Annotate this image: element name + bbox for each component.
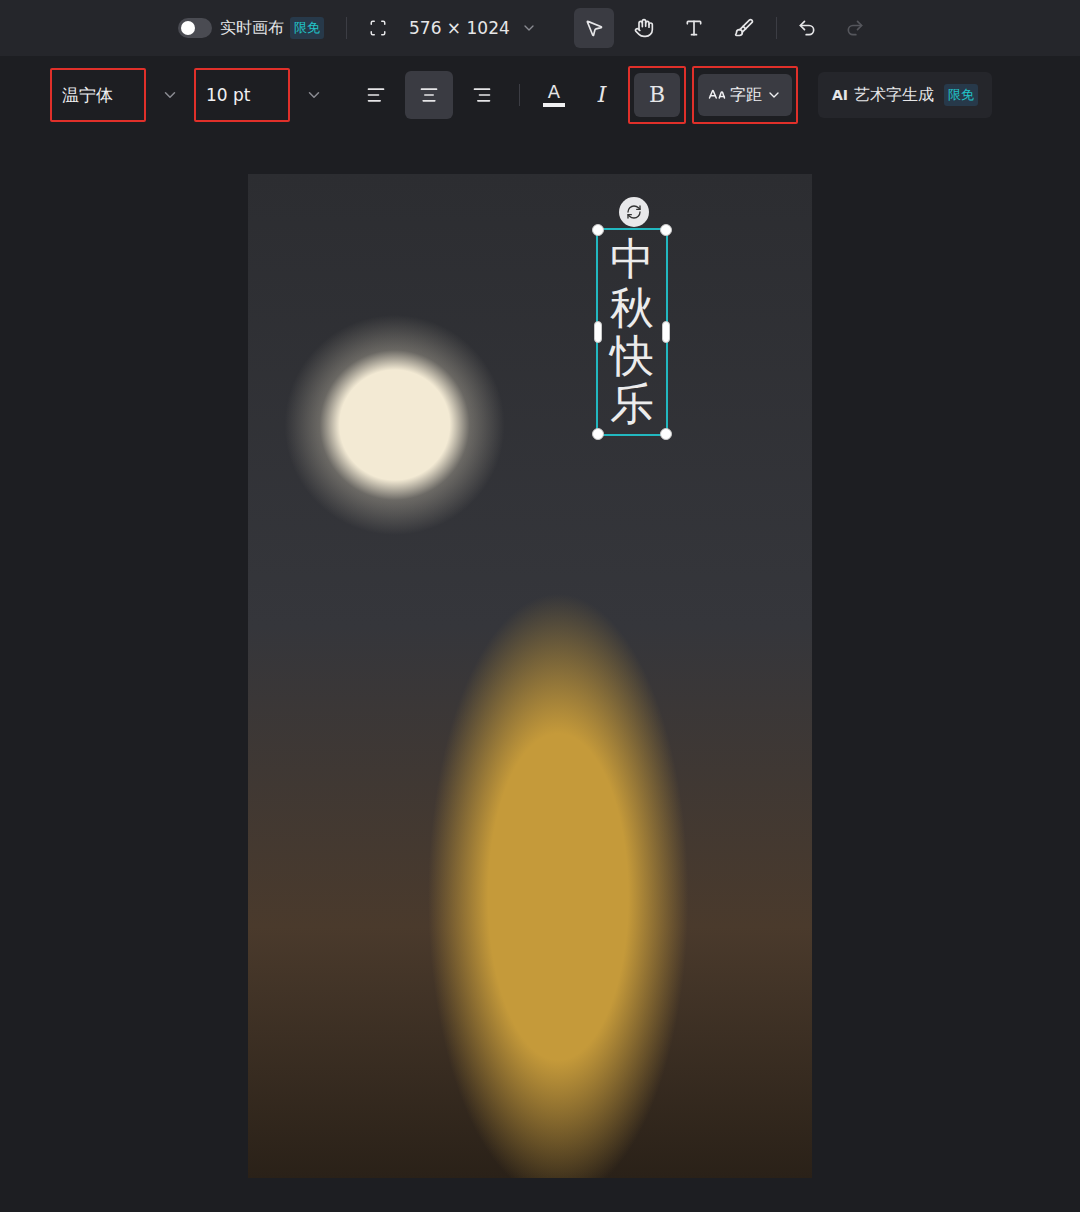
hand-tool[interactable] xyxy=(624,8,664,48)
select-tool[interactable] xyxy=(574,8,614,48)
text-layer[interactable]: 中秋快乐 xyxy=(596,228,668,436)
free-badge: 限免 xyxy=(290,17,324,39)
ai-label: 艺术字生成 xyxy=(854,85,934,106)
separator xyxy=(776,17,777,39)
bold-highlight: B xyxy=(628,66,686,124)
spacing-dropdown[interactable]: 字距 xyxy=(698,74,792,116)
redo-icon xyxy=(845,18,865,38)
resize-icon[interactable] xyxy=(369,19,387,37)
text-tool[interactable] xyxy=(674,8,714,48)
canvas-area: 中秋快乐 xyxy=(0,122,1080,1212)
text-toolbar: 温宁体10 ptAIB字距AI艺术字生成限免 xyxy=(50,68,1080,122)
live-canvas-toggle[interactable] xyxy=(178,18,212,38)
free-badge: 限免 xyxy=(944,84,978,106)
top-toolbar: 实时画布限免 576 × 1024 xyxy=(0,0,1080,56)
spacing-label: 字距 xyxy=(730,85,762,106)
undo-button[interactable] xyxy=(787,8,827,48)
italic-glyph: I xyxy=(598,84,607,106)
spacing-highlight: 字距 xyxy=(692,66,798,124)
font-dropdown[interactable] xyxy=(146,86,194,104)
italic-button[interactable]: I xyxy=(582,75,622,115)
rotate-icon xyxy=(626,204,642,220)
resize-handle[interactable] xyxy=(662,321,670,343)
align-center-icon xyxy=(419,85,439,105)
font-size-field[interactable]: 10 pt xyxy=(194,68,290,122)
separator xyxy=(346,17,347,39)
align-left-button[interactable] xyxy=(352,71,400,119)
redo-button[interactable] xyxy=(835,8,875,48)
size-dropdown[interactable] xyxy=(514,8,544,48)
resize-handle[interactable] xyxy=(660,224,672,236)
align-left-icon xyxy=(366,85,386,105)
align-right-icon xyxy=(472,85,492,105)
letter-spacing-icon xyxy=(708,86,726,104)
chevron-down-icon xyxy=(766,87,782,103)
resize-handle[interactable] xyxy=(660,428,672,440)
size-dropdown[interactable] xyxy=(290,86,338,104)
canvas-size[interactable]: 576 × 1024 xyxy=(409,18,510,38)
text-icon xyxy=(684,18,704,38)
select-icon xyxy=(584,18,604,38)
brush-icon xyxy=(734,18,754,38)
bold-button[interactable]: B xyxy=(634,73,680,117)
bold-glyph: B xyxy=(649,84,665,106)
editor: 实时画布限免576 × 1024温宁体10 ptAIB字距AI艺术字生成限免中秋… xyxy=(0,0,1080,1212)
resize-handle[interactable] xyxy=(592,224,604,236)
separator xyxy=(519,84,520,106)
hand-icon xyxy=(634,18,654,38)
ai-prefix: AI xyxy=(832,87,848,103)
align-center-button[interactable] xyxy=(405,71,453,119)
resize-handle[interactable] xyxy=(592,428,604,440)
undo-icon xyxy=(797,18,817,38)
chevron-down-icon xyxy=(521,20,537,36)
brush-tool[interactable] xyxy=(724,8,764,48)
chevron-down-icon xyxy=(305,86,323,104)
text-color-glyph: A xyxy=(543,83,565,107)
font-select[interactable]: 温宁体 xyxy=(50,68,146,122)
text-layer-content[interactable]: 中秋快乐 xyxy=(610,235,654,429)
resize-handle[interactable] xyxy=(594,321,602,343)
align-right-button[interactable] xyxy=(458,71,506,119)
text-color-button[interactable]: A xyxy=(534,75,574,115)
photo: 中秋快乐 xyxy=(248,174,812,1178)
ai-art-text-button[interactable]: AI 艺术字生成限免 xyxy=(818,72,992,118)
live-canvas-label: 实时画布 xyxy=(220,18,284,39)
chevron-down-icon xyxy=(161,86,179,104)
rotate-handle[interactable] xyxy=(619,197,649,227)
